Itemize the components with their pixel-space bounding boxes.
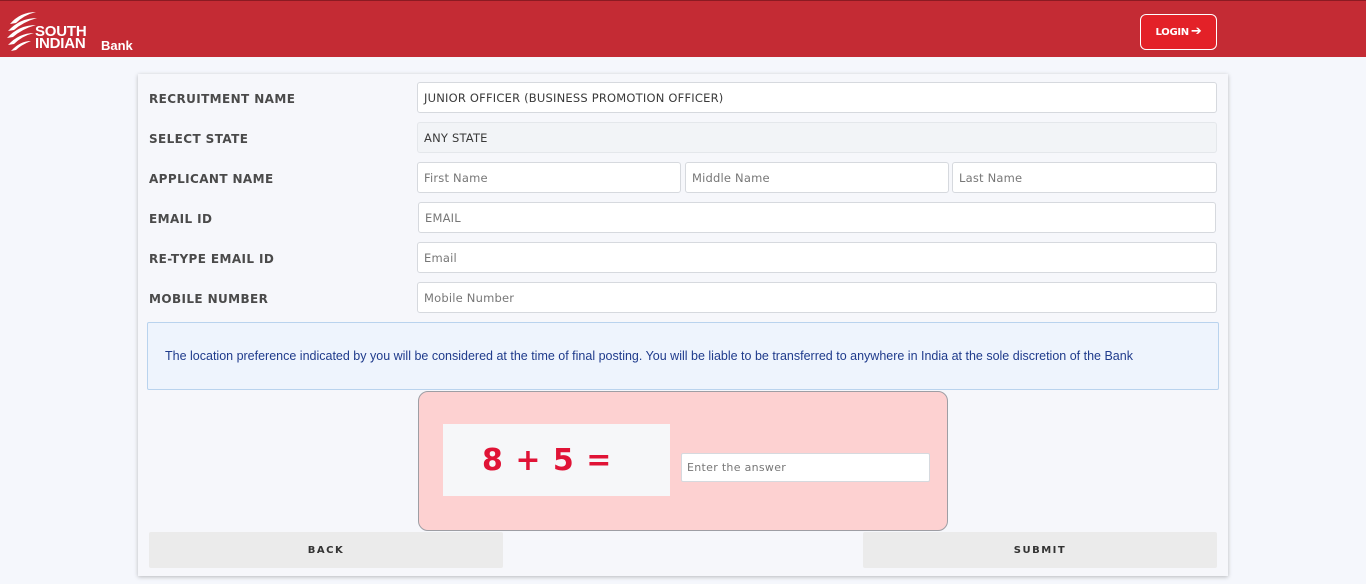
last-name-input[interactable]: Last Name — [952, 162, 1217, 193]
recruitment-name-label: RECRUITMENT NAME — [149, 92, 296, 106]
login-button[interactable]: LOGIN ➔ — [1140, 14, 1217, 50]
captcha-question: 8 + 5 = — [482, 443, 613, 478]
mobile-number-label: MOBILE NUMBER — [149, 292, 269, 306]
captcha-answer-input[interactable]: Enter the answer — [681, 453, 930, 482]
select-state-field[interactable]: ANY STATE — [417, 122, 1217, 153]
location-preference-notice: The location preference indicated by you… — [147, 322, 1219, 390]
retype-email-label: RE-TYPE EMAIL ID — [149, 252, 275, 266]
select-state-label: SELECT STATE — [149, 132, 249, 146]
retype-email-input[interactable]: Email — [417, 242, 1217, 273]
login-label: LOGIN — [1155, 26, 1190, 38]
applicant-name-label: APPLICANT NAME — [149, 172, 274, 186]
notice-text: The location preference indicated by you… — [165, 349, 1133, 363]
back-button[interactable]: BACK — [149, 532, 503, 568]
arrow-right-icon: ➔ — [1190, 24, 1202, 39]
recruitment-name-field[interactable]: JUNIOR OFFICER (BUSINESS PROMOTION OFFIC… — [417, 82, 1217, 113]
south-indian-bank-logo[interactable]: SOUTH INDIAN Bank — [6, 6, 146, 54]
logo-text-indian: INDIAN — [35, 35, 86, 52]
email-input[interactable]: EMAIL — [418, 202, 1216, 233]
middle-name-input[interactable]: Middle Name — [685, 162, 949, 193]
email-id-label: EMAIL ID — [149, 212, 213, 226]
logo-text-bank: Bank — [101, 38, 133, 53]
mobile-number-input[interactable]: Mobile Number — [417, 282, 1217, 313]
top-header-bar: SOUTH INDIAN Bank LOGIN ➔ — [0, 0, 1366, 57]
submit-button[interactable]: SUBMIT — [863, 532, 1217, 568]
first-name-input[interactable]: First Name — [417, 162, 681, 193]
